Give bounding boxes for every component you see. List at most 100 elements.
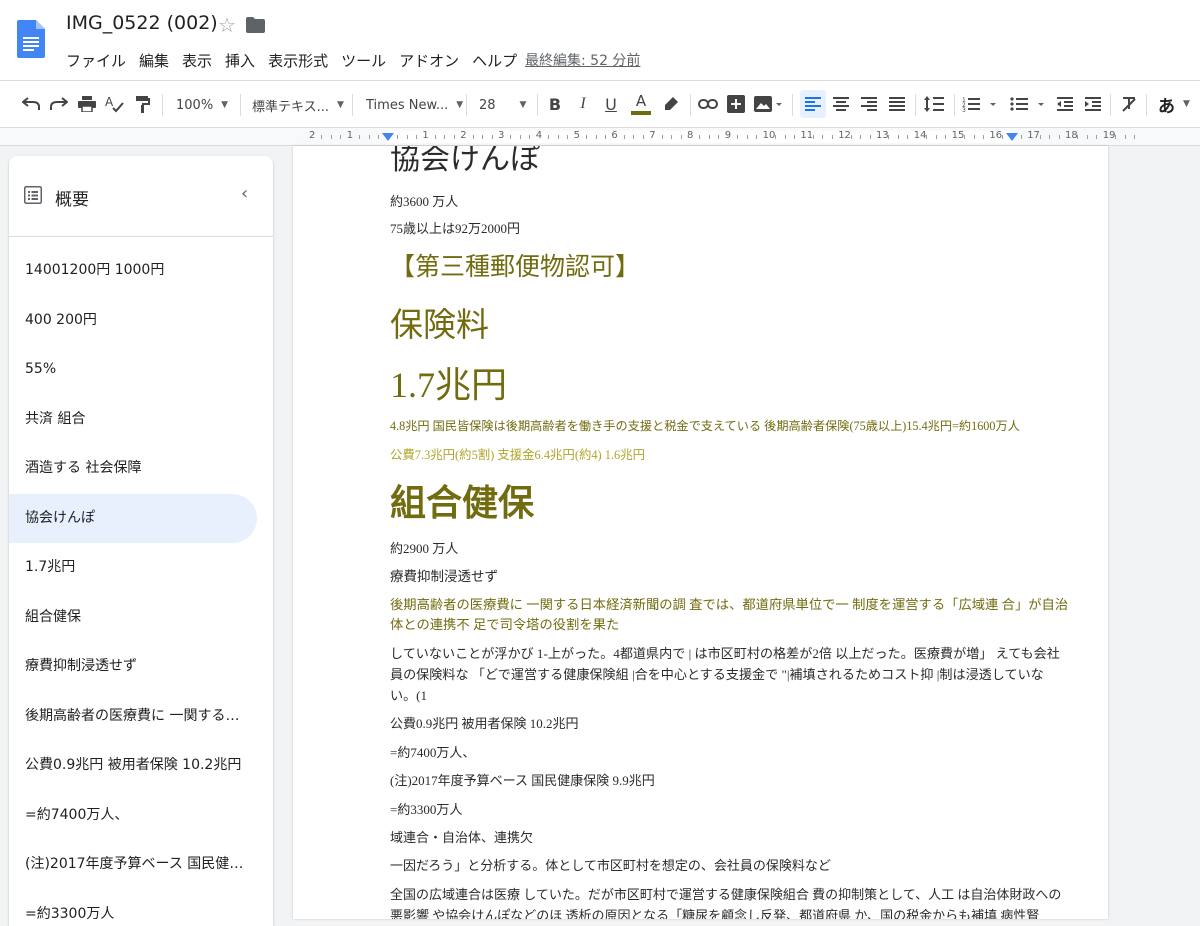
ruler-tick [331,135,332,139]
font-dropdown[interactable]: Times New...▼ [366,94,463,116]
outline-item[interactable]: =約3300万人 [9,890,253,926]
outline-item[interactable]: 後期高齢者の医療費に 一関する日本経済新聞の調 査 [9,692,253,742]
ruler-tick [794,135,795,139]
numbered-list-icon[interactable]: 123 [961,93,1001,115]
ruler-tick [397,135,398,139]
ruler-tick [1002,135,1003,139]
increase-indent-icon[interactable] [1082,93,1104,115]
align-center-icon[interactable] [830,93,852,115]
menu-format[interactable]: 表示形式 [268,50,328,71]
ruler-tick [1049,135,1050,139]
menu-view[interactable]: 表示 [182,50,212,71]
doc-line: 後期高齢者の医療費に 一関する日本経済新聞の調 査では、都道府県単位で一 制度を… [390,594,1068,613]
bold-icon[interactable]: B [545,93,565,115]
spellcheck-icon[interactable]: A [104,93,126,115]
outline-item[interactable]: 1.7兆円 [9,543,253,593]
link-icon[interactable] [697,93,719,115]
doc-line: 4.8兆円 国民皆保険は後期高齢者を働き手の支援と税金で支えている 後期高齢者保… [390,416,1020,434]
clear-formatting-icon[interactable] [1118,93,1140,115]
outline-item[interactable]: 公費0.9兆円 被用者保険 10.2兆円 [9,741,253,791]
redo-icon[interactable] [48,93,70,115]
align-left-icon[interactable] [800,90,826,118]
chevron-down-icon: ▼ [456,100,463,110]
outline-item[interactable]: 14001200円 1000円 [9,246,253,296]
outline-item[interactable]: =約7400万人、 [9,791,253,841]
insert-comment-icon[interactable] [725,93,747,115]
ruler-tick [832,135,833,139]
ruler-tick [492,135,493,139]
ruler-number: 18 [1065,130,1078,141]
italic-icon[interactable]: I [573,93,593,115]
ruler-tick [605,135,606,139]
ruler-tick [926,135,927,139]
align-right-icon[interactable] [858,93,880,115]
text-color-icon[interactable]: A [629,93,653,115]
chevron-left-icon[interactable]: ‹ [241,183,248,204]
last-edit-link[interactable]: 最終編集: 52 分前 [525,50,640,70]
ruler-number: 19 [1103,130,1116,141]
left-indent-marker-icon[interactable] [382,133,394,141]
undo-icon[interactable] [20,93,42,115]
zoom-dropdown[interactable]: 100%▼ [176,94,228,116]
outline-item[interactable]: 協会けんぽ [9,494,257,544]
ruler-tick [643,135,644,139]
right-indent-marker-icon[interactable] [1006,133,1018,141]
ruler-tick [473,135,474,139]
justify-icon[interactable] [886,93,908,115]
outline-item[interactable]: 組合健保 [9,593,253,643]
doc-heading: 1.7兆円 [390,356,507,408]
ruler-tick [1115,135,1116,139]
font-size-dropdown[interactable]: 28▼ [479,94,526,116]
menu-tools[interactable]: ツール [341,50,386,71]
ruler[interactable]: 2112345678910111213141516171819 [0,128,1200,146]
doc-line: 全国の広域連合は医療 していた。だが市区町村で運営する健康保険組合 費の抑制策と… [390,884,1061,903]
ruler-tick [558,135,559,139]
app-header: IMG_0522 (002) ☆ ファイル 編集 表示 挿入 表示形式 ツール … [0,0,1200,80]
docs-logo-icon[interactable] [17,16,45,62]
outline-item[interactable]: 酒造する 社会保障 [9,444,253,494]
menu-bar: ファイル 編集 表示 挿入 表示形式 ツール アドオン ヘルプ [66,50,530,71]
ruler-number: 16 [989,130,1002,141]
outline-item[interactable]: 400 200円 [9,296,253,346]
menu-addons[interactable]: アドオン [399,50,459,71]
ruler-tick [624,135,625,139]
ruler-number: 12 [838,130,851,141]
heading-kyokai-kenpo: 協会けんぽ [390,146,540,178]
print-icon[interactable] [76,93,98,115]
outline-item[interactable]: 55% [9,345,253,395]
document-title[interactable]: IMG_0522 (002) [66,12,218,34]
line-spacing-icon[interactable] [922,93,946,115]
ruler-tick [964,135,965,139]
ruler-tick [870,135,871,139]
paragraph-style-dropdown[interactable]: 標準テキス...▼ [252,94,344,116]
menu-help[interactable]: ヘルプ [472,50,517,71]
ruler-tick [416,135,417,139]
outline-item[interactable]: 共済 組合 [9,395,253,445]
outline-item[interactable]: 療費抑制浸透せず [9,642,253,692]
document-page[interactable]: 協会けんぽ 約3600 万人 75歳以上は92万2000円 【第三種郵便物認可】… [293,146,1108,919]
insert-image-icon[interactable] [753,93,783,115]
ruler-tick [974,135,975,139]
folder-icon[interactable] [246,17,265,33]
ruler-tick [520,135,521,139]
star-icon[interactable]: ☆ [218,13,236,37]
menu-edit[interactable]: 編集 [139,50,169,71]
ruler-number: 2 [309,130,315,141]
ruler-tick [1059,135,1060,139]
paint-format-icon[interactable] [132,93,154,115]
menu-insert[interactable]: 挿入 [225,50,255,71]
menu-file[interactable]: ファイル [66,50,126,71]
highlight-icon[interactable] [661,93,681,115]
doc-line: 約2900 万人 [390,538,458,557]
input-tools-button[interactable]: あ▼ [1154,93,1194,115]
ruler-tick [321,135,322,139]
ruler-number: 7 [649,130,655,141]
outline-item[interactable]: (注)2017年度予算ベース 国民健康保険 9.9兆円 [9,840,253,890]
underline-icon[interactable]: U [601,93,621,115]
ruler-tick [548,135,549,139]
ruler-tick [1087,135,1088,139]
bulleted-list-icon[interactable] [1009,93,1049,115]
ruler-tick [1125,135,1126,139]
decrease-indent-icon[interactable] [1054,93,1076,115]
ruler-tick [662,135,663,139]
